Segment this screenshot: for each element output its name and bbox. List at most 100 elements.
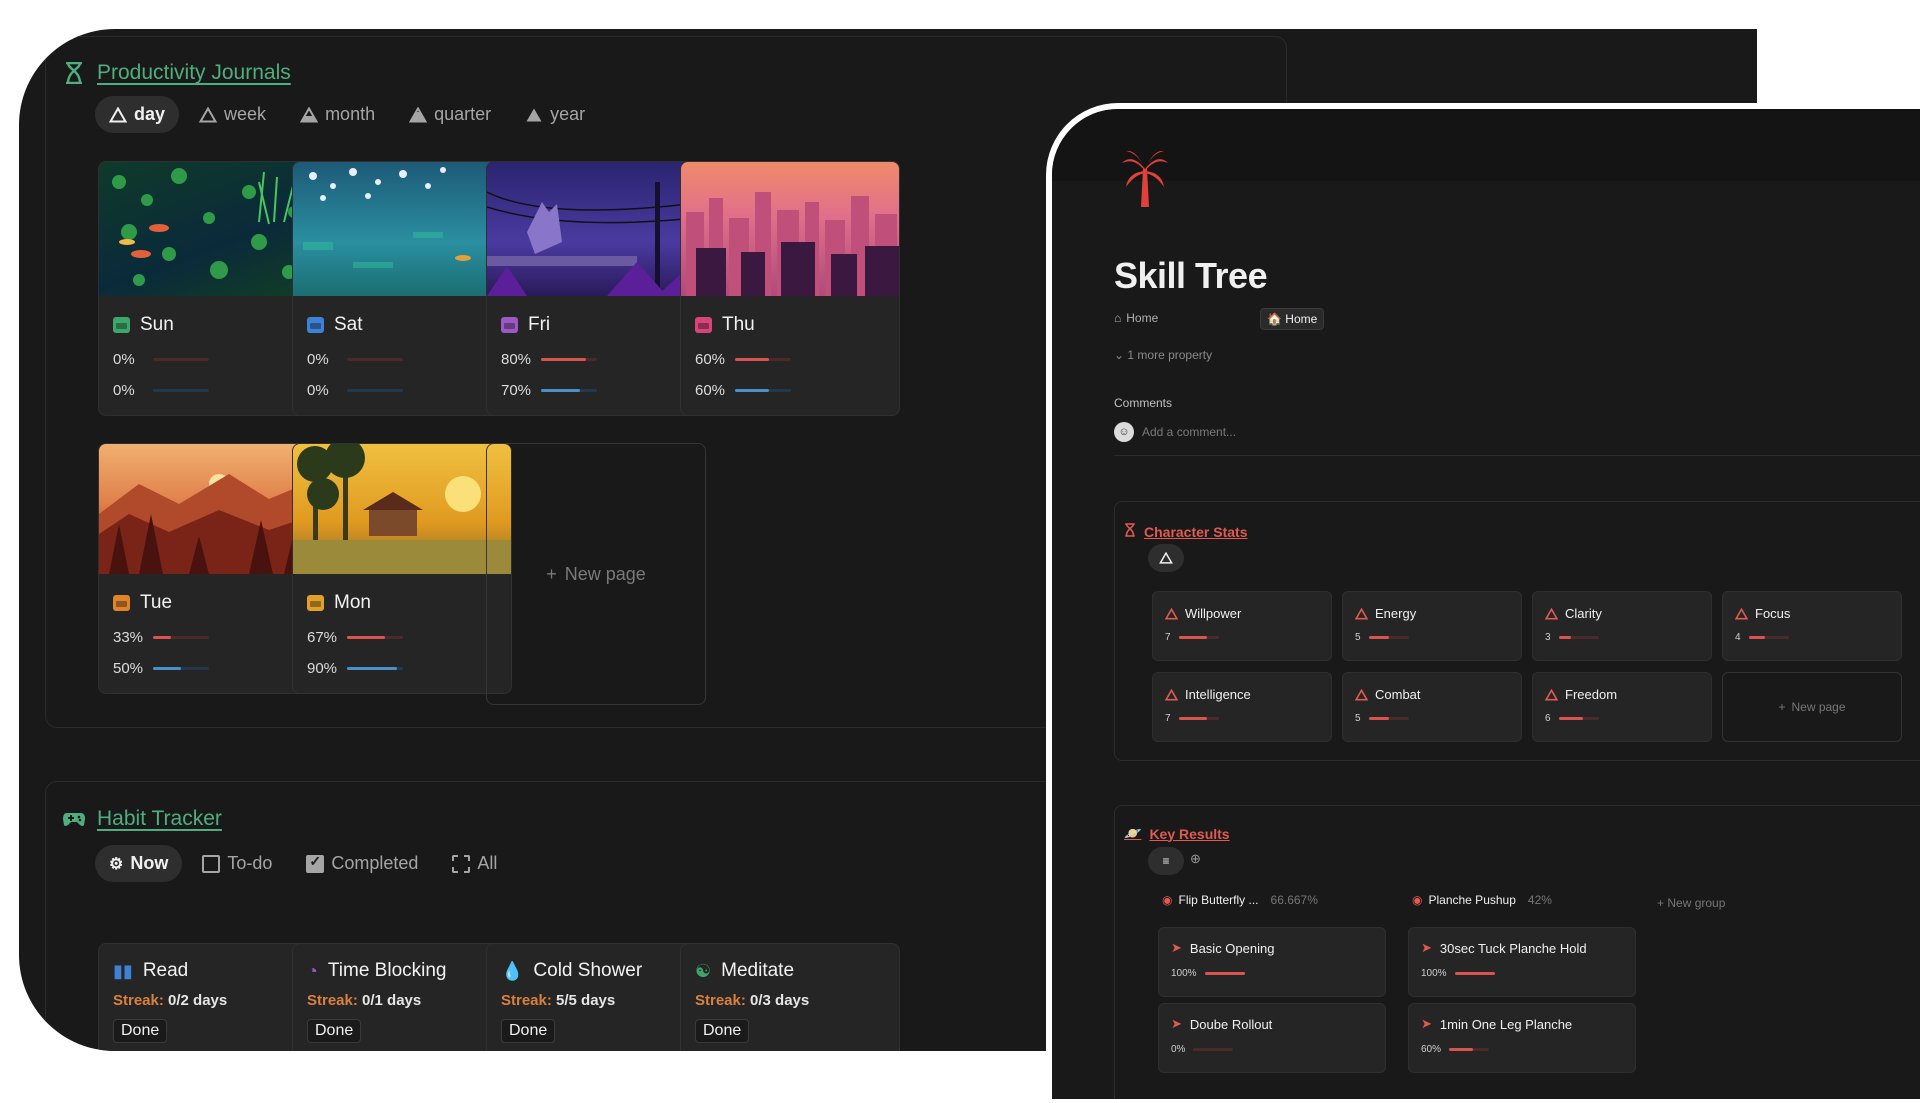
arrow-icon: ➤ [1171, 940, 1182, 955]
forest-sunset-cover-image [99, 444, 317, 574]
blossom-water-cover-image [293, 162, 511, 296]
triangle-icon [1159, 552, 1173, 564]
progress-bar [153, 636, 209, 639]
habit-card-meditate[interactable]: ☯ Meditate Streak: 0/3 days Done [680, 943, 900, 1051]
habit-card-time-blocking[interactable]: ◔ Time Blocking Streak: 0/1 days Done [292, 943, 512, 1051]
stat-card-energy[interactable]: Energy 5 [1342, 591, 1522, 661]
journal-card-sat[interactable]: Sat 0% 0% [292, 161, 512, 416]
property-home[interactable]: ⌂ Home [1114, 311, 1158, 325]
tab-year[interactable]: year [511, 96, 599, 133]
stat-card-freedom[interactable]: Freedom 6 [1532, 672, 1712, 742]
kr-group-header[interactable]: ◉ Planche Pushup 42% [1412, 893, 1552, 907]
stat-card-willpower[interactable]: Willpower 7 [1152, 591, 1332, 661]
triangle-icon [1355, 688, 1368, 700]
character-stats-header[interactable]: Character Stats [1124, 523, 1248, 540]
triangle-icon [1545, 688, 1558, 700]
tab-day[interactable]: day [95, 96, 180, 133]
stat-card-focus[interactable]: Focus 4 [1722, 591, 1902, 661]
plus-icon: + [1657, 896, 1665, 910]
more-properties-toggle[interactable]: ⌄ 1 more property [1114, 348, 1212, 362]
key-results-header[interactable]: 🪐 Key Results [1124, 825, 1230, 842]
city-sunset-cover-image [681, 162, 899, 296]
journal-card-fri[interactable]: Fri 80% 70% [486, 161, 706, 416]
progress-bar [347, 636, 403, 639]
kr-alt-view-icon[interactable]: ⊕ [1190, 851, 1201, 867]
progress-bar [1558, 636, 1599, 639]
hourglass-icon [63, 62, 85, 84]
habit-card-cold-shower[interactable]: 💧 Cold Shower Streak: 5/5 days Done [486, 943, 706, 1051]
database-icon: ≡ [1162, 854, 1170, 868]
journal-card-sun[interactable]: Sun 0% 0% [98, 161, 318, 416]
stats-view-tab[interactable] [1148, 544, 1184, 572]
tab-completed[interactable]: Completed [292, 845, 432, 882]
triangle-icon [1165, 607, 1178, 619]
palm-tree-icon [1122, 149, 1168, 212]
progress-bar [1204, 972, 1245, 975]
gamepad-icon [63, 808, 85, 830]
journal-card-tue[interactable]: Tue 33% 50% [98, 443, 318, 694]
stats-new-page-button[interactable]: + New page [1722, 672, 1902, 742]
journals-new-page-button[interactable]: + New page [486, 443, 706, 705]
avatar: ☺ [1114, 422, 1134, 442]
tab-month[interactable]: month [286, 96, 389, 133]
habit-card-read[interactable]: ▮▮ Read Streak: 0/2 days Done [98, 943, 318, 1051]
done-button[interactable]: Done [113, 1019, 168, 1043]
progress-bar [1193, 1048, 1234, 1051]
arrow-icon: ➤ [1421, 940, 1432, 955]
progress-bar [347, 358, 403, 361]
stat-card-intelligence[interactable]: Intelligence 7 [1152, 672, 1332, 742]
progress-bar [1368, 636, 1409, 639]
progress-bar [1454, 972, 1495, 975]
progress-bar [1449, 1048, 1490, 1051]
progress-bar [735, 389, 791, 392]
progress-bar [1368, 717, 1409, 720]
arrow-icon: ➤ [1421, 1016, 1432, 1031]
tab-now[interactable]: ⚙ Now [95, 845, 183, 882]
kr-card-basic-opening[interactable]: ➤ Basic Opening 100% [1158, 927, 1386, 997]
stat-card-combat[interactable]: Combat 5 [1342, 672, 1522, 742]
arrow-icon: ➤ [1171, 1016, 1182, 1031]
done-button[interactable]: Done [307, 1019, 362, 1043]
progress-bar [1178, 717, 1219, 720]
kr-group-header[interactable]: ◉ Flip Butterfly ... 66.667% [1162, 893, 1318, 907]
skill-tree-window: Skill Tree ⌂ Home 🏠 Home ⌄ 1 more proper… [1052, 109, 1920, 1099]
clock-icon: ◔ [307, 960, 318, 981]
progress-bar [153, 389, 209, 392]
progress-bar [541, 389, 597, 392]
kr-card-tuck-planche[interactable]: ➤ 30sec Tuck Planche Hold 100% [1408, 927, 1636, 997]
comment-input[interactable]: ☺ Add a comment... [1114, 422, 1236, 442]
kr-card-one-leg-planche[interactable]: ➤ 1min One Leg Planche 60% [1408, 1003, 1636, 1073]
target-icon: ◉ [1162, 893, 1173, 907]
triangle-icon [1165, 688, 1178, 700]
calendar-icon [501, 317, 518, 333]
journals-title[interactable]: Productivity Journals [97, 61, 291, 85]
plus-icon: + [546, 563, 557, 584]
progress-bar [541, 358, 597, 361]
tab-quarter[interactable]: quarter [395, 96, 505, 133]
triangle-icon [109, 106, 127, 122]
journals-view-tabs: day week month quarter year [95, 96, 599, 133]
triangle-filled-icon [526, 108, 542, 121]
property-home-value[interactable]: 🏠 Home [1260, 308, 1325, 330]
habit-view-tabs: ⚙ Now To-do Completed All [95, 845, 511, 882]
calendar-icon [307, 595, 324, 611]
stat-card-clarity[interactable]: Clarity 3 [1532, 591, 1712, 661]
journal-card-mon[interactable]: Mon 67% 90% [292, 443, 512, 694]
new-group-button[interactable]: + New group [1657, 896, 1725, 910]
target-icon: ◉ [1412, 893, 1423, 907]
habit-title[interactable]: Habit Tracker [97, 807, 222, 831]
kr-board-tab[interactable]: ≡ [1148, 847, 1184, 875]
kr-card-doube-rollout[interactable]: ➤ Doube Rollout 0% [1158, 1003, 1386, 1073]
tab-week[interactable]: week [185, 96, 280, 133]
page-header-band [1052, 109, 1920, 181]
progress-bar [153, 358, 209, 361]
page-title: Skill Tree [1114, 255, 1268, 296]
triangle-half-icon [300, 106, 319, 122]
triangle-icon [1545, 607, 1558, 619]
journal-card-thu[interactable]: Thu 60% 60% [680, 161, 900, 416]
chevron-down-icon: ⌄ [1114, 348, 1125, 362]
tab-todo[interactable]: To-do [188, 845, 286, 882]
done-button[interactable]: Done [695, 1019, 750, 1043]
done-button[interactable]: Done [501, 1019, 556, 1043]
tab-all[interactable]: All [438, 845, 511, 882]
